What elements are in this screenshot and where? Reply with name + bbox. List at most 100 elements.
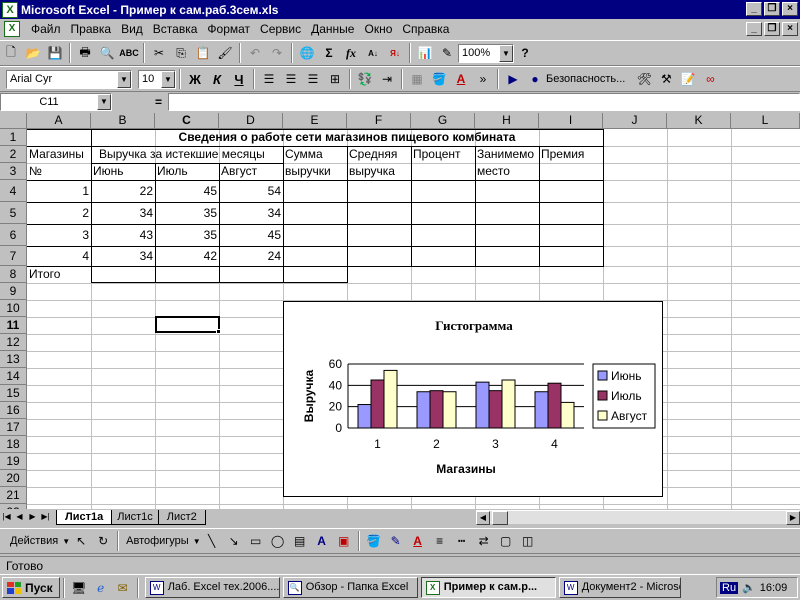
cell-E3[interactable]: выручки <box>283 163 333 180</box>
row-header-21[interactable]: 21 <box>0 487 27 504</box>
next-sheet-icon[interactable]: ▶ <box>26 510 39 524</box>
chevron-down-icon[interactable]: ▼ <box>193 537 201 546</box>
row-header-10[interactable]: 10 <box>0 300 27 317</box>
clock[interactable]: 16:09 <box>760 582 788 594</box>
cell-A8[interactable]: Итого <box>27 266 62 283</box>
arrow-style-icon[interactable]: ⇄ <box>473 530 495 552</box>
cell-B4[interactable]: 22 <box>91 183 155 200</box>
sheet-tab-1c[interactable]: Лист1с <box>108 509 162 525</box>
cell-D6[interactable]: 45 <box>219 227 283 244</box>
currency-icon[interactable]: 💱 <box>354 68 376 90</box>
chevron-down-icon[interactable]: ▼ <box>97 94 111 110</box>
active-cell-C11[interactable] <box>155 316 220 333</box>
row-header-12[interactable]: 12 <box>0 334 27 351</box>
save-icon[interactable]: 💾 <box>44 42 66 64</box>
cell-A5[interactable]: 2 <box>27 205 91 222</box>
print-preview-icon[interactable]: 🔍 <box>96 42 118 64</box>
menu-edit[interactable]: Правка <box>66 22 117 36</box>
autoshapes-menu[interactable]: Автофигуры <box>122 535 193 547</box>
italic-button[interactable]: К <box>206 68 228 90</box>
column-header-A[interactable]: A <box>27 113 91 129</box>
worksheet-grid[interactable]: A B C D E F G H I J K L 1 2 3 4 5 6 7 8 … <box>0 113 800 509</box>
cell-A6[interactable]: 3 <box>27 227 91 244</box>
line-style-icon[interactable]: ≡ <box>429 530 451 552</box>
drawing-icon[interactable]: ✎ <box>436 42 458 64</box>
scroll-thumb[interactable] <box>492 511 508 525</box>
row-header-3[interactable]: 3 <box>0 163 27 180</box>
cell-B7[interactable]: 34 <box>91 248 155 265</box>
row-header-8[interactable]: 8 <box>0 266 27 283</box>
fill-handle[interactable] <box>216 329 221 334</box>
cell-B2[interactable]: Выручка за истекшие месяцы <box>97 146 267 163</box>
help-icon[interactable]: ? <box>514 42 536 64</box>
free-rotate-icon[interactable]: ↻ <box>92 530 114 552</box>
column-header-E[interactable]: E <box>283 113 347 129</box>
sheet-tab-1a[interactable]: Лист1а <box>56 509 113 525</box>
cell-C4[interactable]: 45 <box>155 183 219 200</box>
menu-file[interactable]: Файл <box>26 22 66 36</box>
chevron-down-icon[interactable]: ▼ <box>62 537 70 546</box>
start-button[interactable]: Пуск <box>2 577 60 598</box>
doc-close-button[interactable]: × <box>782 22 798 36</box>
last-sheet-icon[interactable]: ▶| <box>39 510 52 524</box>
sheet-title[interactable]: Сведения о работе сети магазинов пищевог… <box>91 129 603 146</box>
task-excel-example[interactable]: X Пример к сам.р... <box>420 577 556 598</box>
menu-view[interactable]: Вид <box>116 22 148 36</box>
scroll-left-icon[interactable]: ◀ <box>476 511 490 525</box>
row-header-18[interactable]: 18 <box>0 436 27 453</box>
line-color-icon[interactable]: ✎ <box>385 530 407 552</box>
cell-I2[interactable]: Премия <box>539 146 586 163</box>
play-icon[interactable]: ▶ <box>502 68 524 90</box>
zoom-select[interactable]: 100% ▼ <box>458 43 514 63</box>
column-header-I[interactable]: I <box>539 113 603 129</box>
menu-help[interactable]: Справка <box>397 22 454 36</box>
design-mode-icon[interactable]: ⚒ <box>655 68 677 90</box>
sort-asc-icon[interactable]: A↓ <box>362 42 384 64</box>
print-icon[interactable]: 🖶 <box>74 42 96 64</box>
cell-G2[interactable]: Процент <box>411 146 463 163</box>
formula-equals[interactable]: = <box>112 95 168 109</box>
cell-D3[interactable]: Август <box>219 163 259 180</box>
cell-A4[interactable]: 1 <box>27 183 91 200</box>
row-header-16[interactable]: 16 <box>0 402 27 419</box>
sheet-tab-2[interactable]: Лист2 <box>157 509 206 525</box>
visual-basic-icon[interactable]: 📝 <box>677 68 699 90</box>
column-header-H[interactable]: H <box>475 113 539 129</box>
copy-icon[interactable]: ⎘ <box>170 42 192 64</box>
horizontal-scrollbar[interactable]: ◀ ▶ <box>476 510 800 525</box>
select-all-corner[interactable] <box>0 113 27 129</box>
column-header-C[interactable]: C <box>155 113 219 129</box>
menu-data[interactable]: Данные <box>306 22 359 36</box>
sort-desc-icon[interactable]: Я↓ <box>384 42 406 64</box>
row-header-1[interactable]: 1 <box>0 129 27 146</box>
column-header-G[interactable]: G <box>411 113 475 129</box>
name-box[interactable]: C11 ▼ <box>0 93 112 111</box>
cell-C5[interactable]: 35 <box>155 205 219 222</box>
cell-B3[interactable]: Июнь <box>91 163 126 180</box>
row-header-15[interactable]: 15 <box>0 385 27 402</box>
menu-insert[interactable]: Вставка <box>148 22 203 36</box>
cell-H2[interactable]: Занимемо <box>475 146 539 163</box>
line-icon[interactable]: ╲ <box>201 530 223 552</box>
merge-center-icon[interactable]: ⊞ <box>324 68 346 90</box>
select-objects-icon[interactable]: ↖ <box>70 530 92 552</box>
underline-button[interactable]: Ч <box>228 68 250 90</box>
row-header-2[interactable]: 2 <box>0 146 27 163</box>
control-toolbox-icon[interactable]: 🛠 <box>633 68 655 90</box>
task-lab-excel[interactable]: W Лаб. Excel тех.2006.... <box>144 577 280 598</box>
open-icon[interactable]: 📂 <box>22 42 44 64</box>
cell-D7[interactable]: 24 <box>219 248 283 265</box>
font-size-select[interactable]: 10 ▼ <box>138 69 176 89</box>
security-button[interactable]: Безопасность... <box>546 73 625 85</box>
column-header-D[interactable]: D <box>219 113 283 129</box>
menu-tools[interactable]: Сервис <box>255 22 306 36</box>
cell-B5[interactable]: 34 <box>91 205 155 222</box>
doc-minimize-button[interactable]: _ <box>746 22 762 36</box>
cell-C6[interactable]: 35 <box>155 227 219 244</box>
minimize-button[interactable]: _ <box>746 2 762 16</box>
hyperlink-icon[interactable]: 🌐 <box>296 42 318 64</box>
align-left-icon[interactable]: ☰ <box>258 68 280 90</box>
row-header-11[interactable]: 11 <box>0 317 27 334</box>
font-color-icon[interactable]: A <box>450 68 472 90</box>
clipart-icon[interactable]: ▣ <box>333 530 355 552</box>
